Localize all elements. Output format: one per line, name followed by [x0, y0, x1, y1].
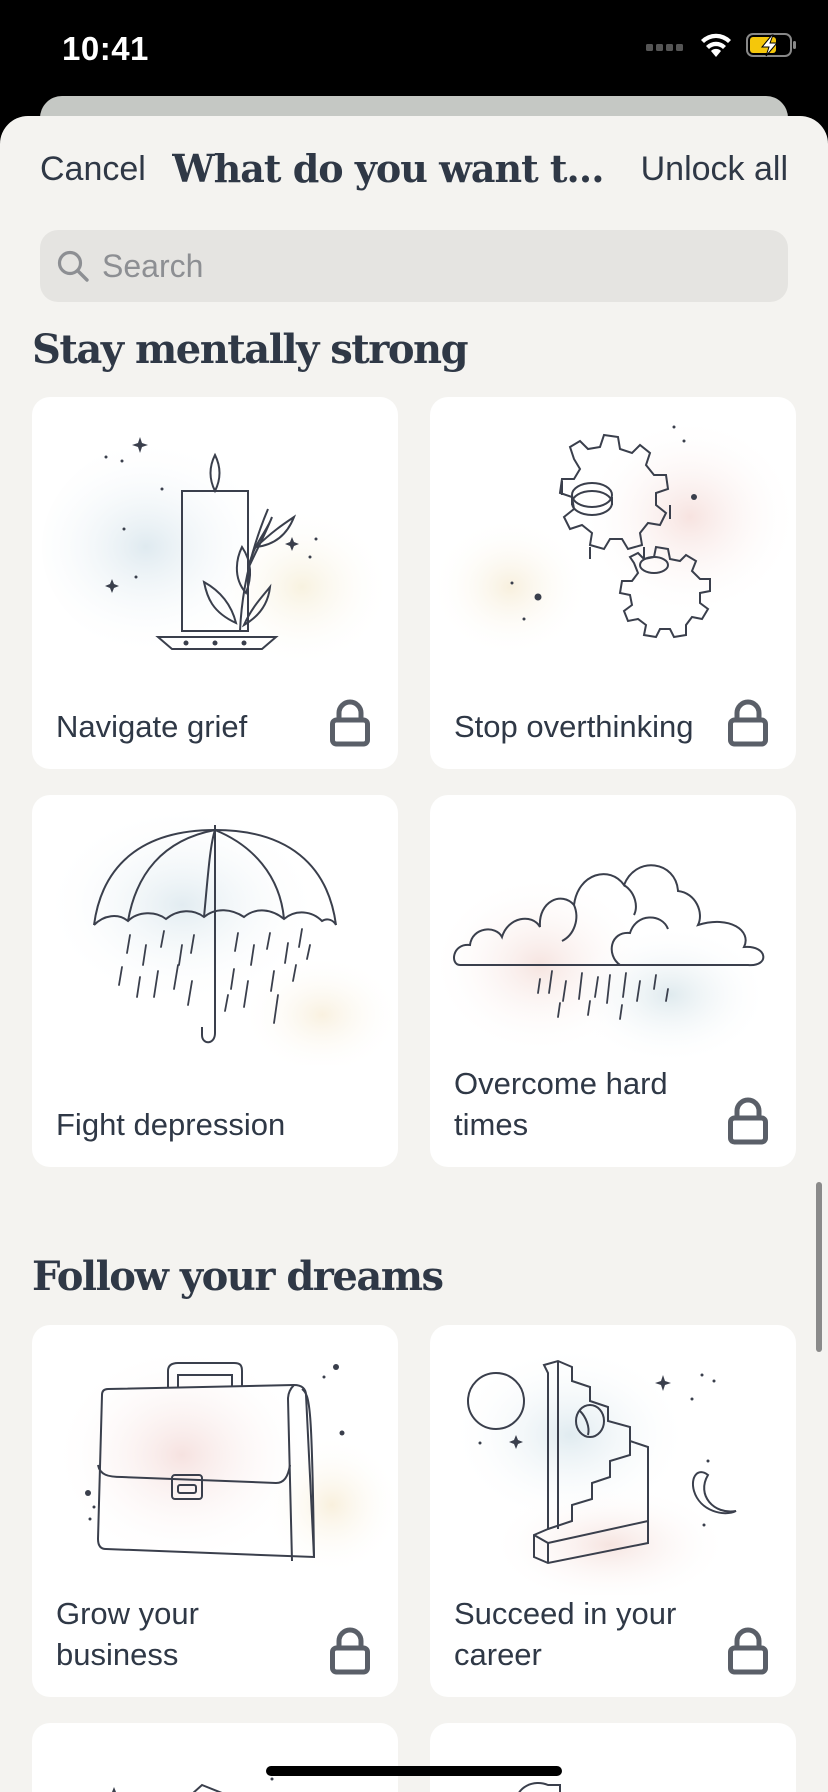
lock-icon — [728, 1627, 768, 1675]
cancel-button[interactable]: Cancel — [40, 150, 146, 189]
nav-bar: Cancel What do you want to f... Unlock a… — [0, 116, 828, 226]
card-overcome-hard-times[interactable]: Overcome hard times — [430, 795, 796, 1167]
card-grow-your-business[interactable]: Grow your business — [32, 1325, 398, 1697]
search-input[interactable]: Search — [40, 230, 788, 302]
cellular-signal-icon — [646, 44, 683, 51]
status-bar: 10:41 — [0, 0, 828, 100]
partial-illustration-icon — [112, 1777, 274, 1792]
card-label: Navigate grief — [56, 709, 248, 744]
card-partial-left[interactable] — [32, 1723, 398, 1792]
home-indicator[interactable] — [266, 1766, 562, 1776]
rain-cloud-icon — [430, 864, 770, 1065]
partial-illustration-icon — [518, 1782, 561, 1792]
card-label: Grow your business — [56, 1596, 199, 1672]
lock-icon — [330, 1627, 370, 1675]
card-navigate-grief[interactable]: Navigate grief — [32, 397, 398, 769]
status-time: 10:41 — [62, 30, 149, 67]
card-label: Succeed in your career — [454, 1596, 677, 1672]
page-title: What do you want to f... — [172, 146, 612, 191]
staircase-icon — [450, 1345, 737, 1595]
card-label: Stop overthinking — [454, 709, 694, 744]
battery-charging-icon — [746, 33, 796, 57]
scroll-indicator[interactable] — [816, 1182, 822, 1352]
lock-icon — [728, 699, 768, 747]
card-partial-right[interactable] — [430, 1723, 796, 1792]
lock-icon — [330, 699, 370, 747]
card-label: Overcome hard times — [454, 1066, 668, 1142]
modal-sheet: Cancel What do you want to f... Unlock a… — [0, 116, 828, 1792]
candle-icon — [42, 437, 392, 667]
search-placeholder: Search — [102, 247, 204, 284]
umbrella-icon — [42, 805, 398, 1065]
section-title-follow-your-dreams: Follow your dreams — [32, 1253, 444, 1300]
card-succeed-in-your-career[interactable]: Succeed in your career — [430, 1325, 796, 1697]
unlock-all-button[interactable]: Unlock all — [641, 150, 788, 189]
gears-icon — [430, 417, 796, 657]
wifi-icon — [701, 33, 731, 57]
search-icon — [57, 250, 89, 282]
card-fight-depression[interactable]: Fight depression — [32, 795, 398, 1167]
card-stop-overthinking[interactable]: Stop overthinking — [430, 397, 796, 769]
section-title-stay-mentally-strong: Stay mentally strong — [32, 326, 469, 373]
briefcase-icon — [52, 1345, 398, 1575]
card-label: Fight depression — [56, 1107, 286, 1142]
lock-icon — [728, 1097, 768, 1145]
status-icons — [646, 32, 798, 58]
